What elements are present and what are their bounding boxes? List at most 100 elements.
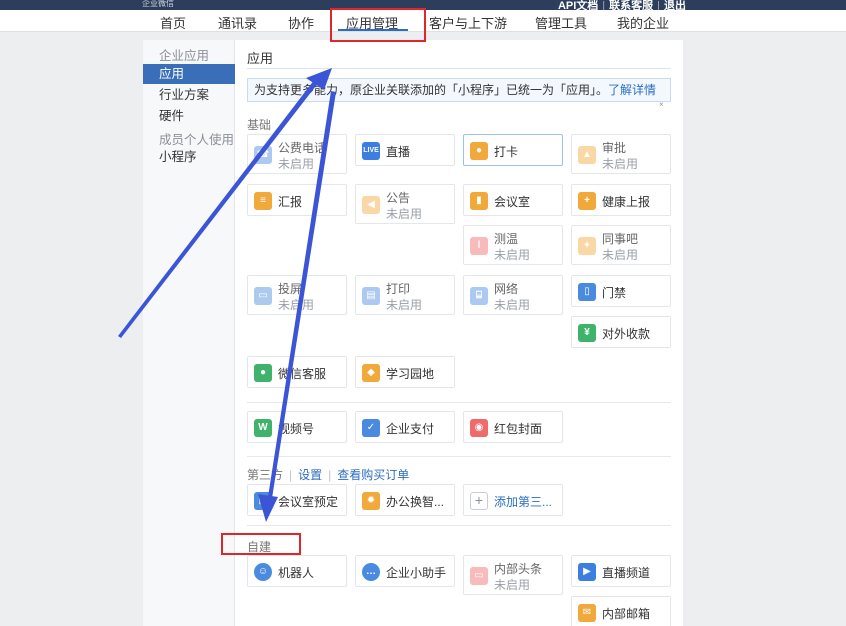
title-divider (247, 68, 671, 69)
app-name: 企业支付 (386, 422, 435, 436)
network-icon: ⌸ (470, 287, 488, 305)
app-name: 机器人 (278, 566, 315, 580)
third-party-header: 第三方 | 设置 | 查看购买订单 (247, 468, 410, 482)
app-card-door-access[interactable]: ▯ 门禁 (571, 275, 671, 307)
highlight-box-app-management (330, 8, 426, 42)
app-name: 投屏 (278, 282, 303, 296)
phone-icon: ☎ (254, 146, 272, 164)
robot-icon: ☺ (254, 563, 272, 581)
mail-icon: ✉ (578, 604, 596, 622)
app-card-announcement[interactable]: ◀ 公告 未启用 (355, 184, 455, 224)
sidebar-item-hardware[interactable]: 硬件 (143, 106, 235, 126)
approval-icon: ▲ (578, 146, 596, 164)
app-card-checkin[interactable]: ● 打卡 (463, 134, 563, 166)
purchase-orders-link[interactable]: 查看购买订单 (337, 468, 409, 482)
app-name: 会议室 (494, 195, 531, 209)
location-pin-icon: ● (470, 142, 488, 160)
booking-icon: ▣ (254, 492, 272, 510)
nav-contacts[interactable]: 通讯录 (218, 13, 257, 32)
app-card-wechat-service[interactable]: ● 微信客服 (247, 356, 347, 388)
notice-text: 为支持更多能力，原企业关联添加的「小程序」已统一为「应用」。 (254, 83, 609, 97)
app-card-red-envelope[interactable]: ◉ 红包封面 (463, 411, 563, 443)
app-card-channels[interactable]: W 视频号 (247, 411, 347, 443)
nav-customers-partners[interactable]: 客户与上下游 (429, 13, 507, 32)
app-card-phone[interactable]: ☎ 公费电话 未启用 (247, 134, 347, 174)
app-card-enterprise-pay[interactable]: ✓ 企业支付 (355, 411, 455, 443)
nav-collaboration[interactable]: 协作 (288, 13, 314, 32)
app-card-internal-mail[interactable]: ✉ 内部邮箱 (571, 596, 671, 626)
learning-icon: ◆ (362, 364, 380, 382)
app-name: 红包封面 (494, 422, 543, 436)
app-card-headline[interactable]: ▭ 内部头条 未启用 (463, 555, 563, 595)
colleagues-icon: ✦ (578, 237, 596, 255)
app-card-network[interactable]: ⌸ 网络 未启用 (463, 275, 563, 315)
channels-icon: W (254, 419, 272, 437)
app-name: 公费电话 (278, 141, 327, 155)
app-name: 同事吧 (602, 232, 639, 246)
sidebar-item-apps[interactable]: 应用 (143, 64, 235, 84)
app-status: 未启用 (278, 298, 315, 312)
app-name: 企业小助手 (386, 566, 447, 580)
app-card-report[interactable]: ≡ 汇报 (247, 184, 347, 216)
notice-learn-more-link[interactable]: 了解详情 (608, 83, 656, 97)
app-card-live[interactable]: LIVE 直播 (355, 134, 455, 166)
app-card-robot[interactable]: ☺ 机器人 (247, 555, 347, 587)
section-divider (247, 456, 671, 457)
door-icon: ▯ (578, 283, 596, 301)
app-name: 学习园地 (386, 367, 435, 381)
app-name: 打卡 (494, 145, 519, 159)
close-icon[interactable]: × (659, 100, 664, 109)
meeting-room-icon: ▮ (470, 192, 488, 210)
app-card-temperature[interactable]: ǀ 测温 未启用 (463, 225, 563, 265)
plus-icon: + (470, 492, 488, 510)
section-basic-label: 基础 (247, 118, 272, 132)
app-card-external-payment[interactable]: ¥ 对外收款 (571, 316, 671, 348)
app-name: 网络 (494, 282, 519, 296)
health-icon: + (578, 192, 596, 210)
app-name: 会议室预定 (278, 495, 339, 509)
app-name: 汇报 (278, 195, 303, 209)
app-status: 未启用 (494, 248, 531, 262)
app-name: 添加第三... (494, 495, 553, 509)
sidebar-header-enterprise-apps: 企业应用 (159, 49, 210, 63)
app-card-meeting-room[interactable]: ▮ 会议室 (463, 184, 563, 216)
app-card-approval[interactable]: ▲ 审批 未启用 (571, 134, 671, 174)
app-card-colleagues[interactable]: ✦ 同事吧 未启用 (571, 225, 671, 265)
thermometer-icon: ǀ (470, 237, 488, 255)
app-status: 未启用 (494, 298, 531, 312)
red-envelope-icon: ◉ (470, 419, 488, 437)
app-status: 未启用 (602, 157, 639, 171)
app-card-office-smart[interactable]: ✹ 办公换智... (355, 484, 455, 516)
app-card-print[interactable]: ▤ 打印 未启用 (355, 275, 455, 315)
app-card-assistant[interactable]: … 企业小助手 (355, 555, 455, 587)
wecom-logo: 企业微信 (142, 0, 174, 8)
page-title: 应用 (247, 51, 274, 66)
app-card-room-booking[interactable]: ▣ 会议室预定 (247, 484, 347, 516)
add-third-party-button[interactable]: + 添加第三... (463, 484, 563, 516)
app-name: 门禁 (602, 286, 627, 300)
app-card-screencast[interactable]: ▭ 投屏 未启用 (247, 275, 347, 315)
section-divider (247, 525, 671, 526)
app-name: 办公换智... (386, 495, 445, 509)
app-status: 未启用 (494, 578, 531, 592)
section-divider (247, 402, 671, 403)
nav-home[interactable]: 首页 (160, 13, 186, 32)
report-icon: ≡ (254, 192, 272, 210)
headline-icon: ▭ (470, 567, 488, 585)
app-card-learning[interactable]: ◆ 学习园地 (355, 356, 455, 388)
app-name: 打印 (386, 282, 411, 296)
tv-icon: ▶ (578, 563, 596, 581)
third-party-settings-link[interactable]: 设置 (298, 468, 322, 482)
nav-my-enterprise[interactable]: 我的企业 (617, 13, 669, 32)
app-name: 审批 (602, 141, 627, 155)
sidebar-item-industry[interactable]: 行业方案 (143, 85, 235, 105)
app-name: 内部头条 (494, 562, 543, 576)
chat-bubble-icon: … (362, 563, 380, 581)
app-card-health[interactable]: + 健康上报 (571, 184, 671, 216)
sidebar-item-mini-programs[interactable]: 小程序 (143, 147, 235, 167)
app-card-live-channel[interactable]: ▶ 直播频道 (571, 555, 671, 587)
main-panel: 应用 为支持更多能力，原企业关联添加的「小程序」已统一为「应用」。了解详情 × … (235, 40, 683, 626)
notice-banner: 为支持更多能力，原企业关联添加的「小程序」已统一为「应用」。了解详情 (247, 78, 671, 102)
enterprise-pay-icon: ✓ (362, 419, 380, 437)
nav-management-tools[interactable]: 管理工具 (535, 13, 587, 32)
